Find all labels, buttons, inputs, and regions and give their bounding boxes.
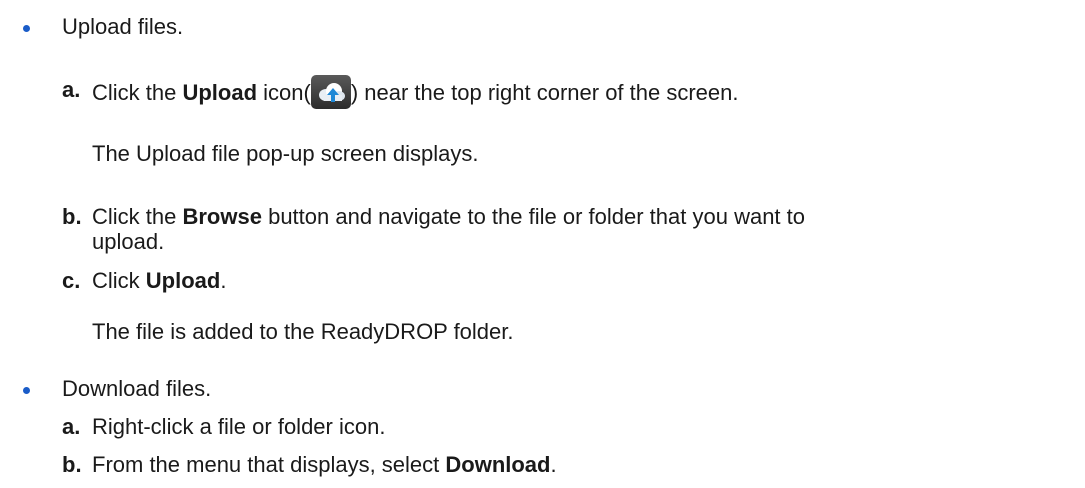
step-text: . (550, 452, 557, 477)
step-text: Click the (92, 204, 183, 229)
upload-heading: Upload files. (62, 14, 184, 39)
step-bold: Upload (182, 79, 258, 105)
download-step-a: Right-click a file or folder icon. (92, 414, 386, 439)
upload-step-a: Click the Upload icon( ) near the top rig… (92, 75, 739, 111)
step-letter: b. (62, 452, 82, 477)
step-bold: Download (445, 452, 551, 477)
upload-cloud-icon (310, 75, 351, 109)
step-letter: a. (62, 414, 81, 439)
step-bold: Upload (145, 268, 221, 293)
bullet-upload (23, 25, 30, 32)
step-text: From the menu that displays, select (92, 452, 446, 477)
upload-step-b: Click the Browse button and navigate to … (92, 204, 805, 230)
step-text: ) near the top right corner of the scree… (350, 79, 739, 105)
step-text: . (220, 268, 227, 293)
download-step-b: From the menu that displays, select Down… (92, 452, 557, 478)
step-text: icon( (257, 79, 311, 105)
upload-step-b-cont: upload. (92, 229, 165, 254)
download-heading: Download files. (62, 376, 212, 401)
step-bold: Browse (182, 204, 262, 229)
step-text: Click the (92, 79, 183, 105)
bullet-download (23, 387, 30, 394)
step-letter: b. (62, 204, 82, 229)
note-c: The file is added to the ReadyDROP folde… (92, 319, 514, 344)
upload-step-c: Click Upload. (92, 268, 226, 294)
step-letter: c. (62, 268, 81, 293)
note-a: The Upload file pop-up screen displays. (92, 141, 479, 166)
step-text: Click (92, 268, 146, 293)
step-letter: a. (62, 77, 81, 102)
step-text: button and navigate to the file or folde… (261, 204, 805, 229)
